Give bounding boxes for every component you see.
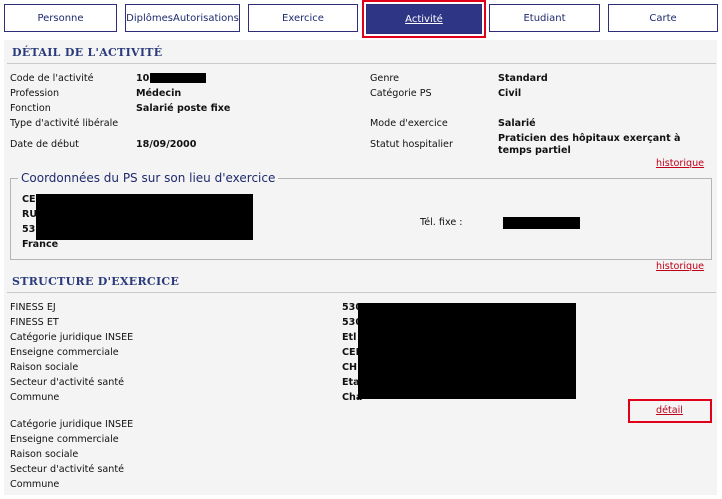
statut-hospitalier-value-line2: temps partiel: [498, 145, 571, 156]
fonction-value: Salarié poste fixe: [136, 103, 231, 114]
tab-carte[interactable]: Carte: [608, 4, 718, 32]
tel-fixe-label: Tél. fixe :: [420, 217, 463, 228]
type-activite-label: Type d'activité libérale: [10, 118, 119, 129]
statut-hospitalier-value-line1: Praticien des hôpitaux exerçant à: [498, 133, 681, 144]
genre-value: Standard: [498, 73, 548, 84]
finess-ej-label: FINESS EJ: [10, 302, 56, 313]
date-debut-label: Date de début: [10, 139, 79, 150]
categorie-ps-value: Civil: [498, 88, 522, 99]
mode-exercice-value: Salarié: [498, 118, 536, 129]
section-divider: [7, 63, 716, 64]
code-activite-value: 10: [136, 73, 150, 84]
genre-label: Genre: [370, 73, 400, 84]
secteur-activite-value: Eta: [342, 377, 360, 388]
tab-diplomes-autorisations[interactable]: Diplômes Autorisations: [125, 4, 240, 32]
secteur-activite-label-2: Secteur d'activité santé: [10, 464, 124, 475]
profession-value: Médecin: [136, 88, 182, 99]
tab-bar: Personne Diplômes Autorisations Exercice …: [0, 0, 722, 40]
raison-sociale-label: Raison sociale: [10, 362, 79, 373]
categorie-ps-label: Catégorie PS: [370, 88, 432, 99]
tab-personne[interactable]: Personne: [4, 4, 117, 32]
fonction-label: Fonction: [10, 103, 51, 114]
date-debut-value: 18/09/2000: [136, 139, 197, 150]
address-line-2: RU: [22, 209, 38, 220]
tab-diplomes-line: Diplômes: [126, 12, 173, 24]
structure-detail-link[interactable]: détail: [656, 405, 683, 416]
activity-history-link[interactable]: historique: [656, 158, 704, 169]
coordonnees-history-link[interactable]: historique: [656, 261, 704, 272]
activity-section-title: DÉTAIL DE L'ACTIVITÉ: [12, 46, 163, 59]
commune-label-2: Commune: [10, 479, 60, 490]
section-divider: [7, 292, 716, 293]
categorie-juridique-label: Catégorie juridique INSEE: [10, 332, 134, 343]
commune-label: Commune: [10, 392, 60, 403]
active-tab-highlight: [362, 0, 486, 38]
statut-hospitalier-label: Statut hospitalier: [370, 139, 453, 150]
redaction-block: [503, 217, 580, 229]
secteur-activite-label: Secteur d'activité santé: [10, 377, 124, 388]
profession-label: Profession: [10, 88, 60, 99]
tab-exercice[interactable]: Exercice: [248, 4, 358, 32]
categorie-juridique-label-2: Catégorie juridique INSEE: [10, 419, 134, 430]
code-activite-label: Code de l'activité: [10, 73, 94, 84]
structure-section-title: STRUCTURE D'EXERCICE: [12, 275, 180, 288]
enseigne-commerciale-value: CEI: [342, 347, 360, 358]
tab-etudiant[interactable]: Etudiant: [489, 4, 600, 32]
redaction-block: [36, 194, 253, 240]
redaction-block: [150, 73, 206, 83]
mode-exercice-label: Mode d'exercice: [370, 118, 448, 129]
raison-sociale-value: CH: [342, 362, 358, 373]
tab-diplomes-line: Autorisations: [173, 12, 239, 24]
finess-et-label: FINESS ET: [10, 317, 59, 328]
coordonnees-legend: Coordonnées du PS sur son lieu d'exercic…: [18, 171, 279, 185]
redaction-block: [358, 303, 576, 399]
enseigne-commerciale-label: Enseigne commerciale: [10, 347, 119, 358]
enseigne-commerciale-label-2: Enseigne commerciale: [10, 434, 119, 445]
raison-sociale-label-2: Raison sociale: [10, 449, 79, 460]
address-country: France: [22, 239, 59, 250]
categorie-juridique-value: Etl: [342, 332, 357, 343]
